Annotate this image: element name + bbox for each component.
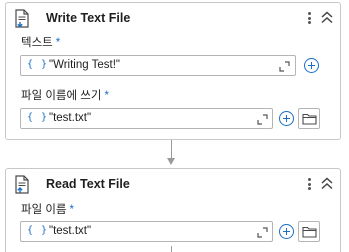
expression-icon: { } — [27, 112, 49, 123]
browse-file-button[interactable] — [298, 108, 320, 129]
browse-file-button[interactable] — [298, 221, 320, 242]
text-input[interactable]: { } "Writing Test!" — [20, 55, 296, 76]
filename-value: "test.txt" — [49, 225, 92, 237]
read-file-icon — [15, 175, 29, 194]
expression-icon: { } — [27, 225, 49, 236]
folder-icon — [302, 226, 317, 238]
filename-value: "test.txt" — [49, 112, 92, 124]
add-variable-icon[interactable] — [304, 58, 319, 73]
activity-header[interactable]: Read Text File — [6, 169, 340, 201]
connector-arrowhead — [167, 158, 175, 165]
expand-editor-icon[interactable] — [257, 227, 268, 238]
expand-editor-icon[interactable] — [257, 114, 268, 125]
sequence-connector — [171, 246, 172, 252]
filename-input[interactable]: { } "test.txt" — [20, 108, 273, 129]
folder-icon — [302, 113, 317, 125]
activity-header[interactable]: Write Text File — [6, 3, 340, 35]
write-text-file-activity[interactable]: Write Text File 텍스트 * { } "Writing Test!"… — [5, 2, 341, 140]
more-options-icon[interactable] — [304, 175, 314, 193]
text-field-label: 텍스트 * — [21, 37, 61, 49]
expand-editor-icon[interactable] — [279, 61, 290, 72]
add-variable-icon[interactable] — [279, 224, 294, 239]
collapse-icon[interactable] — [319, 9, 335, 27]
add-variable-icon[interactable] — [279, 111, 294, 126]
write-file-icon — [15, 9, 29, 28]
collapse-icon[interactable] — [319, 175, 335, 193]
filename-field-label: 파일 이름에 쓰기 * — [21, 90, 109, 102]
text-value: "Writing Test!" — [49, 59, 121, 71]
sequence-connector — [171, 140, 172, 160]
read-text-file-activity[interactable]: Read Text File 파일 이름 * { } "test.txt" — [5, 168, 341, 252]
filename-input[interactable]: { } "test.txt" — [20, 221, 273, 242]
more-options-icon[interactable] — [304, 9, 314, 27]
activity-title: Write Text File — [46, 11, 131, 25]
expression-icon: { } — [27, 59, 49, 70]
activity-title: Read Text File — [46, 177, 130, 191]
filename-field-label: 파일 이름 * — [21, 204, 74, 216]
